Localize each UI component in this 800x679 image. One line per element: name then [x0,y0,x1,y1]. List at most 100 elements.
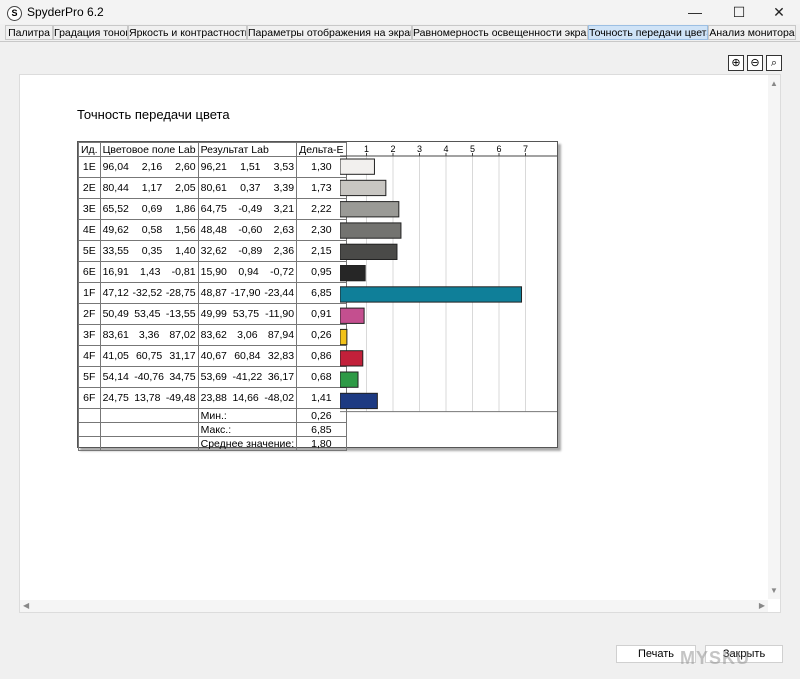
report-panel: Ид. Цветовое поле Lab Результат Lab Дельта-… [77,141,558,451]
tab-monitor-analysis[interactable]: Анализ монитора [708,25,796,40]
target-lab-part: 60,75 [135,350,163,362]
result-lab-part: 32,83 [267,350,295,362]
delta-e-value: 1,73 [296,177,347,199]
result-lab: 96,21 1,51 3,53 [197,156,298,178]
table-row: 1E 96,04 2,16 2,60 96,21 1,51 3,53 1,30 [78,156,347,178]
minimize-button[interactable]: — [674,0,716,24]
tab-uniformity[interactable]: Равномерность освещенности экрана [412,25,588,40]
scroll-down-icon[interactable]: ▼ [770,586,778,595]
tab-tone-response[interactable]: Градация тонов [53,25,128,40]
summary-label: Мин.: [197,408,298,423]
result-lab: 23,88 14,66 -48,02 [197,387,298,409]
target-lab-part: 2,05 [175,182,196,194]
header-target-lab: Цветовое поле Lab [99,142,199,157]
zoom-fit-icon[interactable]: ⌕ [766,55,782,71]
bar-4e [340,222,402,239]
table-row: 3F 83,61 3,36 87,02 83,62 3,06 87,94 0,26 [78,324,347,346]
patch-id: 4F [78,345,101,367]
target-lab: 65,52 0,69 1,86 [99,198,199,220]
summary-row: Макс.: 6,85 [78,422,347,437]
result-lab-part: 23,88 [200,392,227,404]
target-lab-part: 16,91 [102,266,129,278]
delta-e-value: 0,68 [296,366,347,388]
table-row: 2F 50,49 53,45 -13,55 49,99 53,75 -11,90 0,91 [78,303,347,325]
table-row: 2E 80,44 1,17 2,05 80,61 0,37 3,39 1,73 [78,177,347,199]
close-window-button[interactable]: ✕ [758,0,800,24]
bar-6e [340,265,366,282]
patch-id: 6F [78,387,101,409]
zoom-in-icon[interactable]: ⊕ [728,55,744,71]
vertical-scrollbar[interactable]: ▲ ▼ [768,75,780,599]
bar-5e [340,243,398,260]
bar-2e [340,179,387,197]
tab-palette[interactable]: Палитра [5,25,53,40]
patch-id: 3E [78,198,101,220]
scroll-right-icon[interactable]: ▶ [759,601,765,610]
target-lab-part: 0,58 [141,224,163,236]
result-lab-part: 87,94 [267,329,295,341]
result-lab: 64,75 -0,49 3,21 [197,198,298,220]
target-lab-part: 47,12 [102,287,129,299]
target-lab-part: -0,81 [171,266,196,278]
result-lab: 32,62 -0,89 2,36 [197,240,298,262]
header-id: Ид. [78,142,101,157]
watermark: MYSKU [680,648,751,668]
scroll-up-icon[interactable]: ▲ [770,79,778,88]
target-lab-part: 34,75 [169,371,196,383]
result-lab: 83,62 3,06 87,94 [197,324,298,346]
tab-divider [0,41,800,42]
result-lab: 48,87 -17,90 -23,44 [197,282,298,304]
target-lab-part: 53,45 [134,308,161,320]
scroll-left-icon[interactable]: ◀ [23,601,29,610]
delta-e-chart: 1 2 3 4 5 6 7 [340,144,557,413]
result-lab-part: -23,44 [264,287,295,299]
tab-display-settings[interactable]: Параметры отображения на экране [247,25,412,40]
delta-e-value: 1,41 [296,387,347,409]
result-lab-part: -41,22 [232,371,263,383]
result-lab: 49,99 53,75 -11,90 [197,303,298,325]
target-lab: 80,44 1,17 2,05 [99,177,199,199]
tab-color-accuracy[interactable]: Точность передачи цвета [588,25,708,40]
result-lab-part: 3,39 [273,182,295,194]
table-row: 6E 16,91 1,43 -0,81 15,90 0,94 -0,72 0,95 [78,261,347,283]
target-lab-part: 31,17 [169,350,196,362]
bar-1e [340,158,375,175]
target-lab-part: 3,36 [138,329,160,341]
patch-id: 2E [78,177,101,199]
result-lab-part: 32,62 [200,245,227,257]
target-lab-part: -49,48 [165,392,196,404]
target-lab-part: -40,76 [134,371,164,383]
delta-e-value: 0,26 [296,324,347,346]
tab-strip: Палитра Градация тонов Яркость и контрас… [0,24,800,42]
horizontal-scrollbar[interactable]: ◀ ▶ [20,600,768,612]
bar-4f [340,350,364,367]
tick-label: 2 [390,144,395,154]
target-lab-part: 41,05 [102,350,129,362]
delta-e-value: 0,95 [296,261,347,283]
maximize-button[interactable]: ☐ [718,0,760,24]
header-result-lab: Результат Lab [197,142,298,157]
table-row: 4E 49,62 0,58 1,56 48,48 -0,60 2,63 2,30 [78,219,347,241]
target-lab-part: 2,16 [141,161,163,173]
summary-label: Макс.: [197,422,298,437]
tab-brightness-contrast[interactable]: Яркость и контрастность [128,25,247,40]
summary-label: Среднее значение: [197,436,298,451]
table-row: 3E 65,52 0,69 1,86 64,75 -0,49 3,21 2,22 [78,198,347,220]
result-lab-part: 49,99 [200,308,227,320]
target-lab: 47,12 -32,52 -28,75 [99,282,199,304]
target-lab-part: 50,49 [102,308,129,320]
table-row: 1F 47,12 -32,52 -28,75 48,87 -17,90 -23,44 6,85 [78,282,347,304]
target-lab: 96,04 2,16 2,60 [99,156,199,178]
target-lab-part: 33,55 [102,245,129,257]
result-lab-part: 53,75 [232,308,260,320]
zoom-out-icon[interactable]: ⊖ [747,55,763,71]
target-lab-part: 80,44 [102,182,129,194]
tick-label: 7 [523,144,528,154]
target-lab-part: 24,75 [102,392,129,404]
target-lab: 33,55 0,35 1,40 [99,240,199,262]
result-lab-part: 80,61 [200,182,227,194]
tick-label: 5 [470,144,475,154]
summary-spacer [78,408,101,423]
report-title: Точность передачи цвета [77,107,230,122]
bar-6f [340,392,378,410]
